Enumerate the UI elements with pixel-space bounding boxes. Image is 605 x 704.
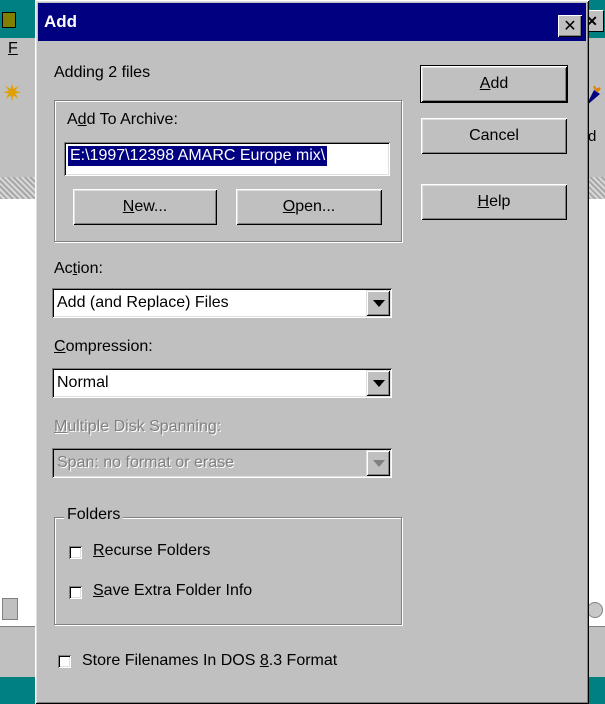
background-toolbar-icon[interactable]: ✷: [2, 80, 22, 108]
new-button[interactable]: New...: [73, 189, 217, 225]
spanning-select-value: Span: no format or erase: [57, 454, 234, 471]
spanning-select: Span: no format or erase: [52, 448, 392, 478]
background-status-panel: [2, 598, 18, 620]
spanning-label: Multiple Disk Spanning:: [54, 418, 222, 435]
dialog-titlebar[interactable]: Add ✕: [38, 3, 586, 41]
archive-path-field[interactable]: E:\1997\12398 AMARC Europe mix\: [64, 142, 390, 176]
dos-format-label[interactable]: Store Filenames In DOS 8.3 Format: [82, 652, 337, 670]
chevron-down-icon: [373, 300, 385, 307]
adding-files-text: Adding 2 files: [54, 64, 151, 81]
help-button[interactable]: Help: [421, 184, 567, 220]
background-status-icon: [587, 602, 603, 618]
compression-select-value: Normal: [57, 374, 109, 391]
background-menu-item[interactable]: F: [8, 40, 18, 58]
add-dialog: Add ✕ Adding 2 files Add To Archive: E:\…: [35, 0, 589, 704]
cancel-button[interactable]: Cancel: [421, 118, 567, 154]
folders-group-title: Folders: [64, 506, 124, 524]
compression-dropdown-button[interactable]: [366, 370, 390, 396]
dialog-title: Add: [44, 12, 78, 31]
spanning-dropdown-button: [366, 450, 390, 476]
archive-path-value: E:\1997\12398 AMARC Europe mix\: [68, 146, 328, 166]
chevron-down-icon: [373, 380, 385, 387]
action-select[interactable]: Add (and Replace) Files: [52, 288, 392, 318]
archive-label: Add To Archive:: [67, 111, 178, 128]
background-app-icon: [2, 12, 16, 28]
dos-format-checkbox[interactable]: [58, 655, 71, 668]
save-folder-info-checkbox[interactable]: [69, 586, 82, 599]
save-folder-info-label[interactable]: Save Extra Folder Info: [93, 582, 252, 600]
action-select-value: Add (and Replace) Files: [57, 294, 229, 311]
add-button[interactable]: Add: [420, 65, 568, 103]
close-button[interactable]: ✕: [558, 15, 582, 37]
chevron-down-icon: [373, 460, 385, 467]
background-toolbar-label: d: [588, 128, 597, 145]
recurse-folders-label[interactable]: Recurse Folders: [93, 542, 210, 560]
compression-label: Compression:: [54, 338, 153, 355]
open-button[interactable]: Open...: [236, 189, 382, 225]
close-icon: ✕: [563, 16, 577, 35]
folders-group: [54, 517, 402, 625]
action-dropdown-button[interactable]: [366, 290, 390, 316]
compression-select[interactable]: Normal: [52, 368, 392, 398]
action-label: Action:: [54, 260, 103, 277]
recurse-folders-checkbox[interactable]: [69, 546, 82, 559]
